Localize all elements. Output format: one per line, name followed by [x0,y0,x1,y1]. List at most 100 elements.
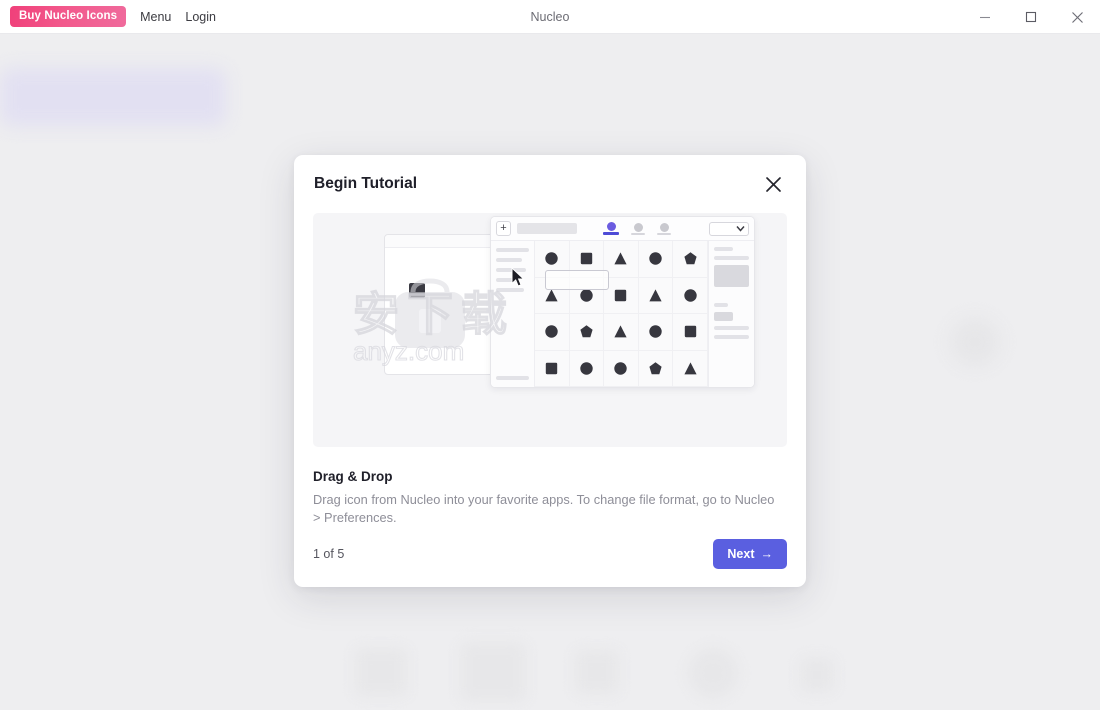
icon-grid-cell[interactable] [638,350,674,387]
step-title: Drag & Drop [313,469,393,484]
menu-button[interactable]: Menu [140,10,171,24]
triangle-icon [649,289,662,302]
icon-grid-cell[interactable] [535,314,570,351]
nucleo-palette-panel: + [490,216,755,388]
square-icon [684,326,696,338]
title-bar-left-group: Buy Nucleo Icons Menu Login [0,6,216,27]
detail-placeholder-bar [714,326,749,330]
triangle-icon [545,289,558,302]
circle-icon [683,289,697,302]
window-controls [962,0,1100,34]
detail-placeholder-block [714,312,734,321]
sidebar-placeholder-bar [496,258,523,262]
tab-icon-glyph [606,222,616,232]
icon-grid-cell[interactable] [535,350,570,387]
icon-grid [535,241,708,387]
minimize-icon [980,16,990,19]
icon-grid-cell[interactable] [604,241,639,278]
circle-icon [545,252,558,265]
palette-sidebar [491,241,535,387]
icon-grid-cell[interactable] [569,350,605,387]
palette-tab-collections[interactable] [657,222,671,235]
icon-grid-cell[interactable] [604,350,639,387]
triangle-icon [684,362,697,375]
icon-grid-cell[interactable] [673,241,708,278]
next-button-label: Next [727,547,755,561]
title-bar: Buy Nucleo Icons Menu Login Nucleo [0,0,1100,34]
palette-format-dropdown[interactable] [709,221,749,236]
buy-nucleo-icons-button[interactable]: Buy Nucleo Icons [10,6,127,27]
background-blur-circle [950,318,1000,366]
icon-grid-cell[interactable] [604,277,639,314]
close-window-button[interactable] [1054,0,1100,34]
detail-placeholder-bar [714,247,734,251]
palette-toolbar: + [491,217,754,241]
sidebar-placeholder-bar [496,248,529,252]
square-icon [615,289,627,301]
palette-detail-panel [708,241,754,387]
modal-close-button[interactable] [760,171,786,197]
tab-icon-label [631,232,645,235]
square-icon [580,253,593,265]
circle-icon [580,289,593,302]
sidebar-placeholder-bar [496,288,525,292]
palette-tab-recent[interactable] [631,222,645,235]
detail-preview-block [714,265,749,287]
triangle-icon [614,325,628,338]
detail-placeholder-bar [714,303,728,307]
tab-icon-label [603,232,619,235]
modal-copy: Drag & Drop Drag icon from Nucleo into y… [294,447,806,527]
app-window: Buy Nucleo Icons Menu Login Nucleo Begin… [0,0,1100,710]
background-icon-4 [688,648,738,698]
pentagon-icon [649,361,662,375]
icon-grid-cell[interactable] [673,350,708,387]
circle-icon [649,252,662,265]
sidebar-placeholder-bar [496,376,529,380]
tab-icon-glyph [659,222,669,232]
pentagon-icon [580,325,593,338]
add-icon-button[interactable]: + [496,221,511,236]
icon-grid-cell[interactable] [638,241,674,278]
sidebar-placeholder-bar [496,268,527,272]
icon-grid-cell[interactable] [638,314,674,351]
palette-tab-icons[interactable] [603,222,619,235]
modal-title: Begin Tutorial [314,175,418,192]
tab-icon-label [657,232,671,235]
icon-grid-cell[interactable] [535,277,570,314]
step-description: Drag icon from Nucleo into your favorite… [313,492,775,526]
icon-grid-cell[interactable] [569,277,605,314]
background-icon-5 [800,658,834,692]
circle-icon [649,325,662,338]
arrow-right-icon: → [760,547,774,561]
icon-grid-cell[interactable] [569,314,605,351]
tutorial-illustration: + [313,213,787,447]
modal-footer: 1 of 5 Next → [294,539,806,569]
login-button[interactable]: Login [185,10,216,24]
icon-grid-cell[interactable] [638,277,674,314]
close-icon [765,176,781,192]
icon-grid-cell[interactable] [604,314,639,351]
palette-body [491,241,754,387]
tutorial-modal: Begin Tutorial + Drag & Drop Drag icon f… [294,155,806,587]
step-counter: 1 of 5 [313,547,345,561]
palette-search-input[interactable] [517,223,577,234]
tab-icon-glyph [633,222,643,232]
background-blur-lavender [0,68,226,126]
circle-icon [614,362,628,375]
icon-grid-cell[interactable] [673,314,708,351]
dropped-icon [409,283,425,298]
square-icon [546,362,558,374]
icon-grid-cell[interactable] [673,277,708,314]
circle-icon [545,325,558,338]
background-icon-1 [355,648,407,696]
icon-grid-cell[interactable] [569,241,605,278]
chevron-down-icon [736,226,745,232]
pentagon-icon [684,252,697,265]
maximize-button[interactable] [1008,0,1054,34]
maximize-icon [1025,11,1037,23]
minimize-button[interactable] [962,0,1008,34]
modal-header: Begin Tutorial [294,155,806,213]
next-button[interactable]: Next → [713,539,787,569]
icon-grid-cell[interactable] [535,241,570,278]
detail-placeholder-bar [714,335,749,339]
